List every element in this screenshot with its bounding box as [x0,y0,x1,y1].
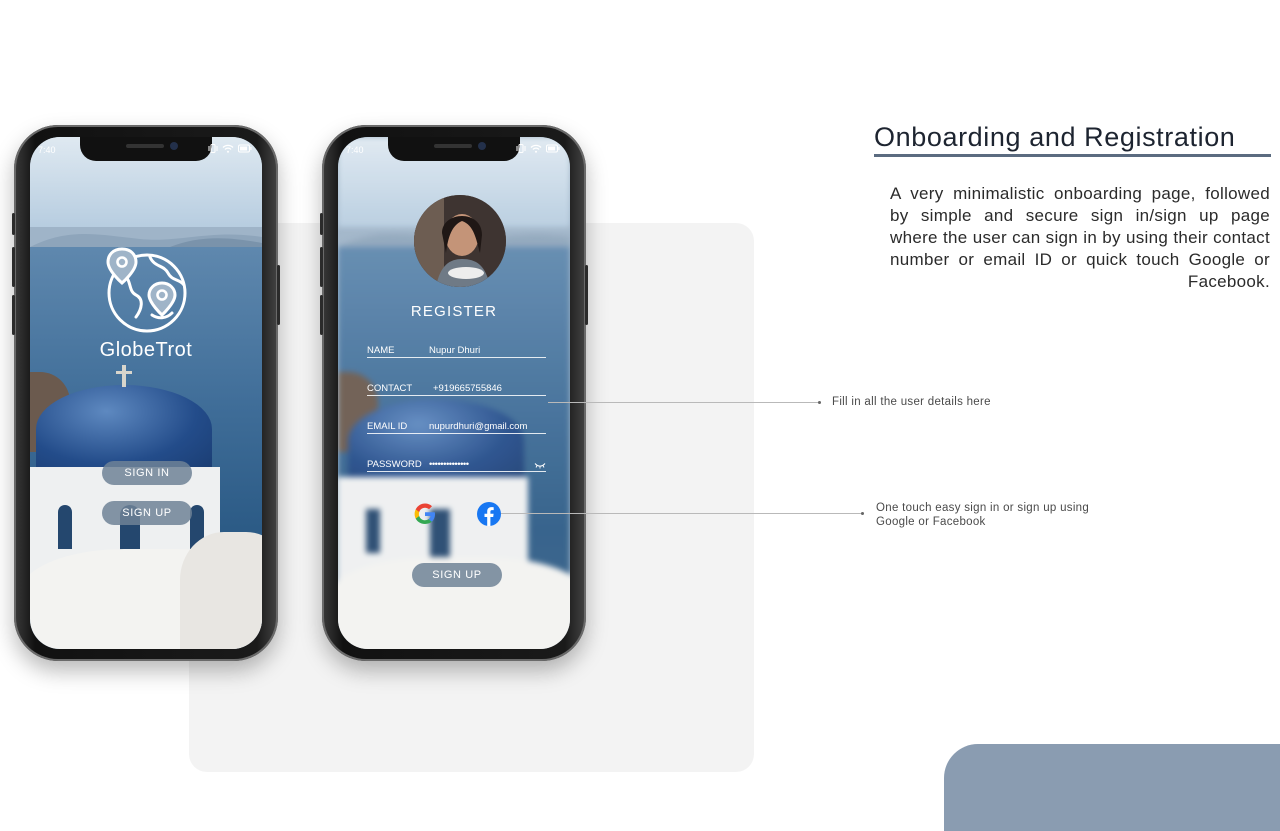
profile-photo[interactable] [414,195,506,287]
password-value[interactable]: •••••••••••••• [429,459,469,470]
sign-in-button[interactable]: SIGN IN [102,461,192,485]
volume-down-button [12,295,15,335]
app-name: GlobeTrot [99,339,193,361]
callout-social-signin: One touch easy sign in or sign up using … [876,502,1090,528]
power-button [277,265,280,325]
callout-line-fields [548,402,818,403]
volume-up-button [12,247,15,287]
phone-onboarding: 7:40 GlobeTrot SIGN IN SIGN UP [12,125,280,661]
phone-notch [388,137,520,161]
contact-field[interactable]: CONTACT +919665755846 [367,381,546,396]
contact-value[interactable]: +919665755846 [433,383,502,394]
name-value[interactable]: Nupur Dhuri [429,345,480,356]
phone-notch [80,137,212,161]
callout-line-social [500,513,862,514]
facebook-icon[interactable] [476,501,502,527]
google-icon[interactable] [412,501,438,527]
name-field[interactable]: NAME Nupur Dhuri [367,343,546,358]
battery-icon [238,144,252,153]
mute-switch [320,213,323,235]
battery-icon [546,144,560,153]
power-button [585,265,588,325]
callout-dot-fields [818,401,821,404]
status-icons [516,144,560,153]
decorative-corner-block [944,744,1280,831]
email-value[interactable]: nupurdhuri@gmail.com [429,421,527,432]
volume-down-button [320,295,323,335]
register-heading: REGISTER [410,303,498,320]
status-icons [208,144,252,153]
password-field[interactable]: PASSWORD •••••••••••••• [367,457,546,472]
email-label: EMAIL ID [367,421,408,432]
santorini-background [30,137,262,649]
name-label: NAME [367,345,395,356]
callout-dot-social [861,512,864,515]
callout-fill-details: Fill in all the user details here [832,396,991,408]
vibrate-icon [208,144,218,153]
wifi-icon [530,144,542,153]
mute-switch [12,213,15,235]
wifi-icon [222,144,234,153]
vibrate-icon [516,144,526,153]
phone-register: 7:40 REGISTER NAME Nupur Dhuri CONTACT +… [320,125,588,661]
onboarding-screen: 7:40 GlobeTrot SIGN IN SIGN UP [30,137,262,649]
sign-up-button[interactable]: SIGN UP [102,501,192,525]
section-description: A very minimalistic onboarding page, fol… [890,184,1270,291]
globe-with-pins-icon [102,245,192,335]
title-underline [874,154,1271,157]
volume-up-button [320,247,323,287]
status-time: 7:40 [346,145,364,155]
password-label: PASSWORD [367,459,422,470]
section-title: Onboarding and Registration [874,122,1236,152]
register-screen: 7:40 REGISTER NAME Nupur Dhuri CONTACT +… [338,137,570,649]
hide-password-icon[interactable] [534,462,546,469]
contact-label: CONTACT [367,383,413,394]
status-time: 7:40 [38,145,56,155]
sign-up-button[interactable]: SIGN UP [412,563,502,587]
email-field[interactable]: EMAIL ID nupurdhuri@gmail.com [367,419,546,434]
